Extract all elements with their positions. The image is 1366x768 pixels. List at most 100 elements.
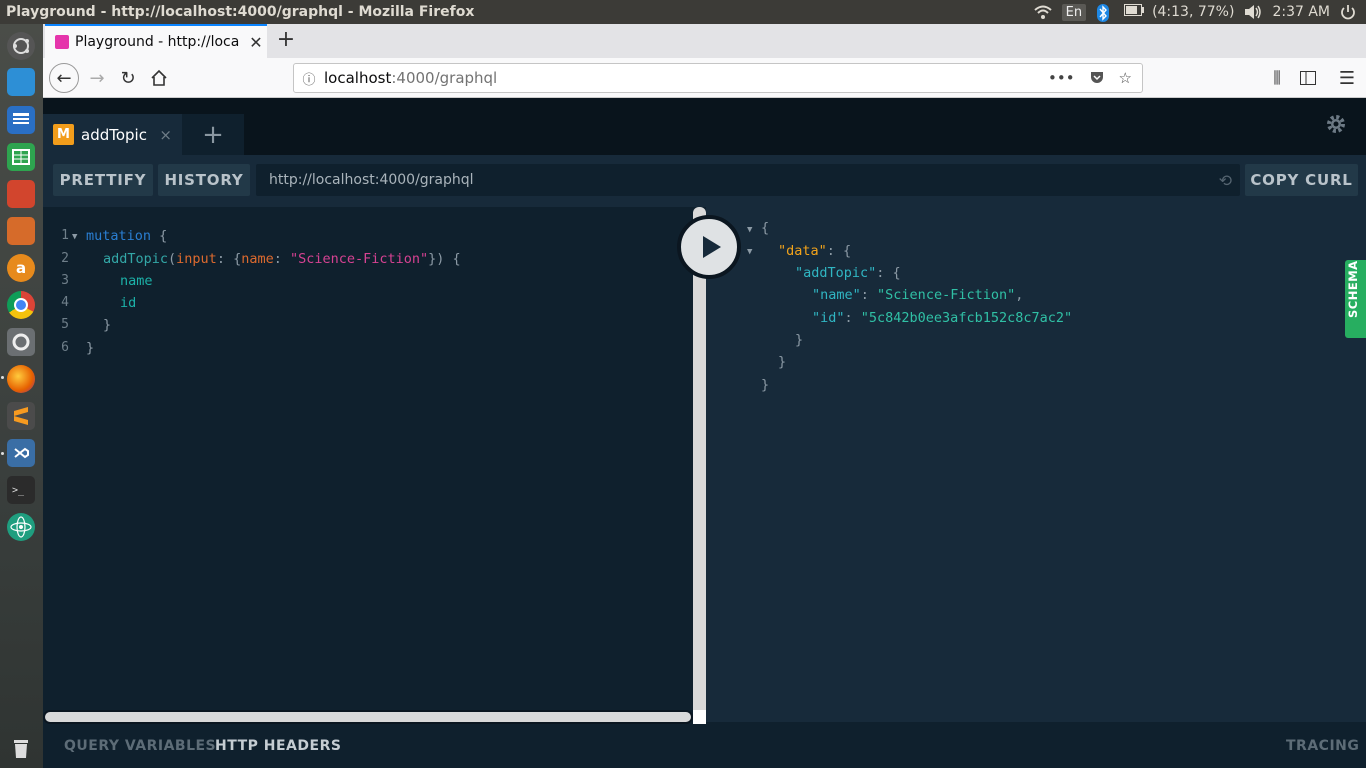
menu-button[interactable]: ☰ bbox=[1333, 64, 1361, 92]
settings-gear-icon[interactable] bbox=[1324, 112, 1348, 136]
graphql-favicon-icon bbox=[55, 35, 69, 49]
calc-icon[interactable] bbox=[7, 143, 35, 171]
pane-divider[interactable] bbox=[693, 207, 706, 718]
power-icon[interactable] bbox=[1340, 4, 1358, 20]
scrollbar-corner bbox=[693, 710, 706, 724]
code-line: mutation { bbox=[86, 228, 168, 244]
query-editor[interactable]: 1 2 3 4 5 6 ▼ mutation { addTopic(input:… bbox=[43, 207, 693, 718]
fold-arrow-icon[interactable]: ▼ bbox=[747, 225, 752, 235]
svg-text:a: a bbox=[16, 259, 26, 277]
json-line: "data": { bbox=[778, 243, 852, 259]
fold-arrow-icon[interactable]: ▼ bbox=[72, 232, 77, 242]
bluetooth-icon[interactable] bbox=[1096, 4, 1114, 22]
library-icon: ⫼ bbox=[1273, 68, 1281, 87]
graphql-playground: M addTopic × + PRETTIFY HISTORY http://l… bbox=[43, 98, 1366, 768]
browser-tab-title: Playground - http://loca bbox=[75, 34, 240, 50]
browser-navigation-bar: ← → ↻ ⓘ localhost :4000/graphql ••• ☆ ⫼ … bbox=[43, 58, 1366, 98]
history-button[interactable]: HISTORY bbox=[158, 164, 250, 196]
prettify-button[interactable]: PRETTIFY bbox=[53, 164, 153, 196]
terminal-icon[interactable]: >_ bbox=[7, 476, 35, 504]
tracing-tab[interactable]: TRACING bbox=[1286, 738, 1359, 754]
files-icon[interactable] bbox=[7, 68, 35, 96]
result-viewer: ▼ { ▼ "data": { "addTopic": { "name": "S… bbox=[706, 207, 1366, 722]
playground-tab-addtopic[interactable]: M addTopic × bbox=[43, 114, 182, 155]
sublime-text-icon[interactable] bbox=[7, 402, 35, 430]
reload-schema-icon[interactable]: ⟲ bbox=[1219, 171, 1232, 190]
software-center-icon[interactable] bbox=[7, 217, 35, 245]
fold-arrow-icon[interactable]: ▼ bbox=[747, 247, 752, 257]
unity-launcher: a >_ bbox=[0, 24, 43, 768]
impress-icon[interactable] bbox=[7, 180, 35, 208]
query-variables-tab[interactable]: QUERY VARIABLES bbox=[64, 738, 216, 754]
argument-value: "Science-Fiction" bbox=[289, 251, 429, 267]
system-tray: En (4:13, 77%) 2:37 AM bbox=[1033, 3, 1366, 22]
line-number: 2 bbox=[61, 251, 69, 266]
argument-key: name bbox=[241, 251, 274, 267]
forward-button[interactable]: → bbox=[83, 64, 111, 92]
vscode-icon[interactable] bbox=[7, 439, 35, 467]
bookmark-star-icon[interactable]: ☆ bbox=[1119, 69, 1132, 87]
os-top-bar: Playground - http://localhost:4000/graph… bbox=[0, 0, 1366, 24]
browser-tab-strip: Playground - http://loca ✕ + bbox=[43, 24, 1366, 58]
endpoint-input[interactable]: http://localhost:4000/graphql ⟲ bbox=[256, 164, 1240, 196]
json-value-id: "5c842b0ee3afcb152c8c7ac2" bbox=[860, 310, 1073, 326]
schema-tab[interactable]: SCHEMA bbox=[1345, 260, 1366, 338]
browser-tab[interactable]: Playground - http://loca ✕ bbox=[45, 24, 267, 58]
reload-icon: ↻ bbox=[120, 67, 136, 89]
json-key-name: "name" bbox=[812, 287, 861, 303]
running-indicator bbox=[1, 452, 4, 455]
svg-text:>_: >_ bbox=[12, 485, 25, 496]
url-host: localhost bbox=[324, 69, 392, 87]
json-key-addtopic: "addTopic" bbox=[795, 265, 877, 281]
sidebar-button[interactable] bbox=[1294, 64, 1322, 92]
writer-icon[interactable] bbox=[7, 106, 35, 134]
home-button[interactable] bbox=[145, 64, 173, 92]
atom-icon[interactable] bbox=[7, 513, 35, 541]
new-playground-tab-button[interactable]: + bbox=[182, 114, 244, 155]
close-tab-icon[interactable]: × bbox=[159, 126, 172, 144]
reload-button[interactable]: ↻ bbox=[114, 64, 142, 92]
firefox-icon[interactable] bbox=[7, 365, 35, 393]
mutation-keyword: mutation bbox=[86, 228, 152, 244]
new-browser-tab-button[interactable]: + bbox=[273, 28, 299, 54]
argument-name: input bbox=[176, 251, 217, 267]
code-line: addTopic(input: {name: "Science-Fiction"… bbox=[103, 251, 461, 267]
json-line: } bbox=[761, 377, 770, 393]
volume-icon[interactable] bbox=[1244, 4, 1262, 20]
amazon-icon[interactable]: a bbox=[7, 254, 35, 282]
hamburger-menu-icon: ☰ bbox=[1338, 67, 1356, 89]
home-icon bbox=[151, 69, 167, 86]
url-path: :4000/graphql bbox=[391, 69, 498, 87]
line-number: 3 bbox=[61, 273, 69, 288]
line-number: 6 bbox=[61, 340, 69, 355]
page-actions-icon[interactable]: ••• bbox=[1048, 69, 1075, 87]
code-line: } bbox=[86, 340, 95, 356]
back-button[interactable]: ← bbox=[49, 63, 79, 93]
clock[interactable]: 2:37 AM bbox=[1272, 4, 1330, 20]
copy-curl-button[interactable]: COPY CURL bbox=[1245, 164, 1358, 196]
battery-icon[interactable] bbox=[1124, 4, 1145, 20]
horizontal-scrollbar[interactable] bbox=[43, 710, 693, 724]
json-key-data: "data" bbox=[778, 243, 827, 259]
url-bar[interactable]: ⓘ localhost :4000/graphql ••• ☆ bbox=[293, 63, 1143, 93]
chrome-icon[interactable] bbox=[7, 291, 35, 319]
keyboard-layout-indicator[interactable]: En bbox=[1061, 3, 1087, 21]
arrow-left-icon: ← bbox=[56, 67, 72, 89]
library-button[interactable]: ⫼ bbox=[1263, 64, 1291, 92]
selection-field: name bbox=[120, 273, 153, 289]
pocket-icon[interactable] bbox=[1089, 69, 1105, 85]
json-line: { bbox=[761, 220, 770, 236]
window-title: Playground - http://localhost:4000/graph… bbox=[6, 4, 475, 20]
site-info-icon[interactable]: ⓘ bbox=[294, 69, 324, 88]
http-headers-tab[interactable]: HTTP HEADERS bbox=[215, 738, 341, 754]
playground-tab-bar: M addTopic × + bbox=[43, 98, 1366, 155]
close-tab-icon[interactable]: ✕ bbox=[245, 33, 267, 52]
ubuntu-dash-icon[interactable] bbox=[7, 32, 35, 60]
json-line: } bbox=[795, 332, 804, 348]
system-settings-icon[interactable] bbox=[7, 328, 35, 356]
wifi-icon[interactable] bbox=[1033, 4, 1052, 20]
execute-query-button[interactable] bbox=[677, 215, 741, 279]
json-key-id: "id" bbox=[812, 310, 845, 326]
trash-icon[interactable] bbox=[7, 734, 35, 762]
playground-tab-label: addTopic bbox=[81, 125, 147, 144]
